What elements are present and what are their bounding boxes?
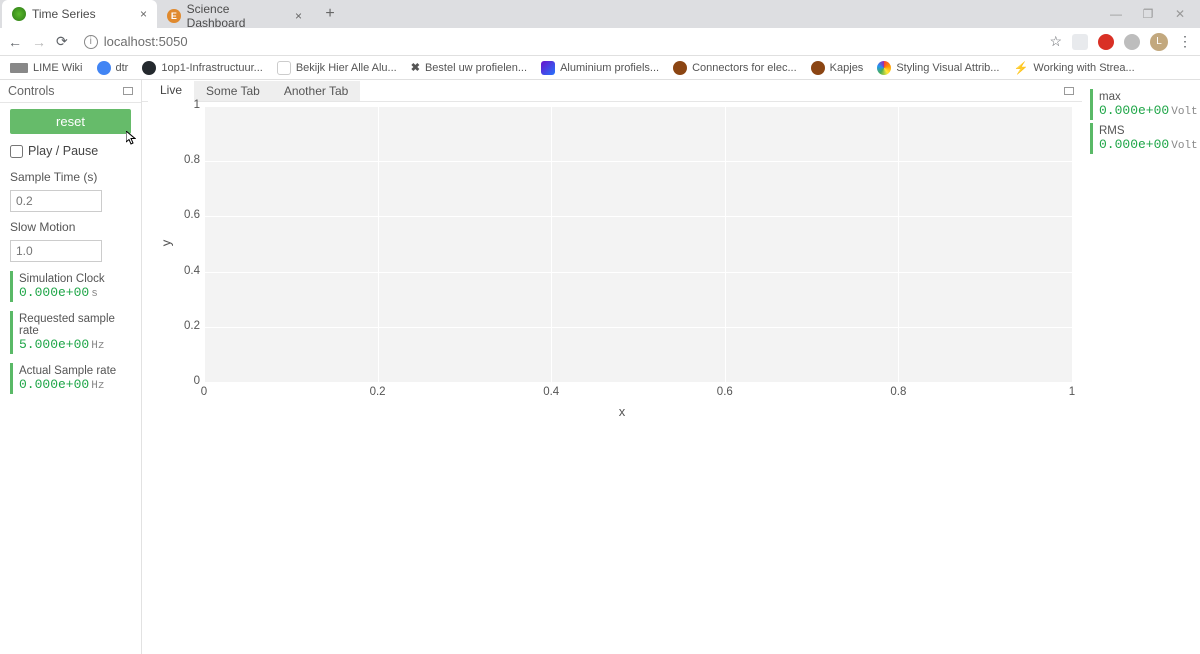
new-tab-button[interactable]: +: [316, 0, 344, 28]
y-tick-label: 0.4: [182, 265, 200, 277]
tab-title: Time Series: [32, 7, 96, 21]
forward-button[interactable]: →: [32, 34, 46, 50]
y-tick-label: 0.2: [182, 320, 200, 332]
play-pause-checkbox[interactable]: Play / Pause: [10, 140, 131, 162]
x-tick-label: 0.8: [890, 386, 906, 398]
bookmark-icon: ✖: [411, 61, 420, 74]
browser-titlebar: Time Series × E Science Dashboard × + — …: [0, 0, 1200, 28]
bookmark-icon: [97, 61, 111, 75]
browser-tab[interactable]: E Science Dashboard ×: [157, 4, 312, 28]
bookmark-item[interactable]: Aluminium profiels...: [541, 61, 659, 75]
bookmark-item[interactable]: LIME Wiki: [10, 62, 83, 74]
plot-grid: [204, 106, 1072, 382]
bookmark-icon: [277, 61, 291, 75]
maximize-button[interactable]: ❐: [1134, 7, 1162, 21]
browser-navbar: ← → ⟳ i localhost:5050 ☆ L ⋮: [0, 28, 1200, 56]
site-info-icon[interactable]: i: [84, 35, 98, 49]
x-tick-label: 0.6: [717, 386, 733, 398]
chart-tab-another[interactable]: Another Tab: [272, 81, 361, 101]
bookmark-item[interactable]: ✖Bestel uw profielen...: [411, 61, 527, 74]
favicon-icon: E: [167, 9, 181, 23]
sample-time-label: Sample Time (s): [10, 170, 131, 184]
app-content: Controls reset Play / Pause Sample Time …: [0, 80, 1200, 654]
close-window-button[interactable]: ✕: [1166, 7, 1194, 21]
browser-tab-active[interactable]: Time Series ×: [2, 0, 157, 28]
bookmark-bar: LIME Wiki dtr 1op1-Infrastructuur... Bek…: [0, 56, 1200, 80]
x-axis-label: x: [619, 404, 626, 419]
y-axis-label: y: [159, 240, 174, 247]
bookmark-item[interactable]: Styling Visual Attrib...: [877, 61, 999, 75]
bookmark-item[interactable]: ⚡Working with Strea...: [1013, 61, 1134, 75]
panel-detach-icon[interactable]: [123, 87, 133, 95]
bookmark-item[interactable]: Connectors for elec...: [673, 61, 797, 75]
plot-area[interactable]: 0 0.2 0.4 0.6 0.8 1 0 0.2 0.4 0.6 0.8 1 y x: [162, 102, 1082, 422]
readout-rms: RMS 0.000e+00Volt: [1090, 123, 1192, 154]
back-button[interactable]: ←: [8, 34, 22, 50]
y-tick-label: 0: [182, 375, 200, 387]
profile-avatar[interactable]: L: [1150, 33, 1168, 51]
y-tick-label: 1: [182, 99, 200, 111]
bookmark-item[interactable]: 1op1-Infrastructuur...: [142, 61, 263, 75]
main-panel: Live Some Tab Another Tab 0 0.2 0.4 0.6 0.8 1…: [142, 80, 1200, 654]
bookmark-icon: [877, 61, 891, 75]
bookmark-item[interactable]: Bekijk Hier Alle Alu...: [277, 61, 397, 75]
reload-button[interactable]: ⟳: [56, 33, 68, 50]
panel-detach-icon[interactable]: [1064, 87, 1074, 95]
controls-sidebar: Controls reset Play / Pause Sample Time …: [0, 80, 142, 654]
bookmark-icon: [142, 61, 156, 75]
address-bar[interactable]: i localhost:5050: [78, 34, 188, 49]
favicon-icon: [12, 7, 26, 21]
slow-motion-label: Slow Motion: [10, 220, 131, 234]
bookmark-icon: [673, 61, 687, 75]
panel-title: Controls: [8, 84, 55, 98]
play-pause-input[interactable]: [10, 145, 23, 158]
chart-tab-bar: Live Some Tab Another Tab: [142, 80, 1082, 102]
panel-header: Controls: [0, 80, 141, 103]
y-tick-label: 0.8: [182, 154, 200, 166]
right-readouts: max 0.000e+00Volt RMS 0.000e+00Volt: [1082, 80, 1200, 654]
extension-icon[interactable]: [1072, 34, 1088, 50]
readout-simulation-clock: Simulation Clock 0.000e+00s: [10, 271, 131, 302]
readout-max: max 0.000e+00Volt: [1090, 89, 1192, 120]
sample-time-input[interactable]: [10, 190, 102, 212]
close-tab-icon[interactable]: ×: [295, 9, 302, 23]
bookmark-item[interactable]: dtr: [97, 61, 129, 75]
extension-icon[interactable]: [1124, 34, 1140, 50]
bookmark-icon: ⚡: [1013, 61, 1028, 75]
readout-actual-rate: Actual Sample rate 0.000e+00Hz: [10, 363, 131, 394]
bookmark-star-icon[interactable]: ☆: [1049, 33, 1062, 50]
minimize-button[interactable]: —: [1102, 7, 1130, 21]
tab-title: Science Dashboard: [187, 2, 289, 30]
bookmark-icon: [10, 63, 28, 73]
slow-motion-input[interactable]: [10, 240, 102, 262]
url-text: localhost:5050: [104, 34, 188, 49]
x-tick-label: 0.4: [543, 386, 559, 398]
window-controls: — ❐ ✕: [1102, 7, 1200, 21]
extension-icon[interactable]: [1098, 34, 1114, 50]
plot-section: Live Some Tab Another Tab 0 0.2 0.4 0.6 0.8 1…: [142, 80, 1082, 654]
chart-tab-some[interactable]: Some Tab: [194, 81, 272, 101]
x-tick-label: 1: [1069, 386, 1075, 398]
bookmark-item[interactable]: Kapjes: [811, 61, 864, 75]
close-tab-icon[interactable]: ×: [140, 7, 147, 21]
x-tick-label: 0: [201, 386, 207, 398]
menu-button[interactable]: ⋮: [1178, 33, 1192, 50]
bookmark-icon: [541, 61, 555, 75]
readout-requested-rate: Requested sample rate 5.000e+00Hz: [10, 311, 131, 354]
x-tick-label: 0.2: [370, 386, 386, 398]
bookmark-icon: [811, 61, 825, 75]
reset-button[interactable]: reset: [10, 109, 131, 134]
y-tick-label: 0.6: [182, 209, 200, 221]
